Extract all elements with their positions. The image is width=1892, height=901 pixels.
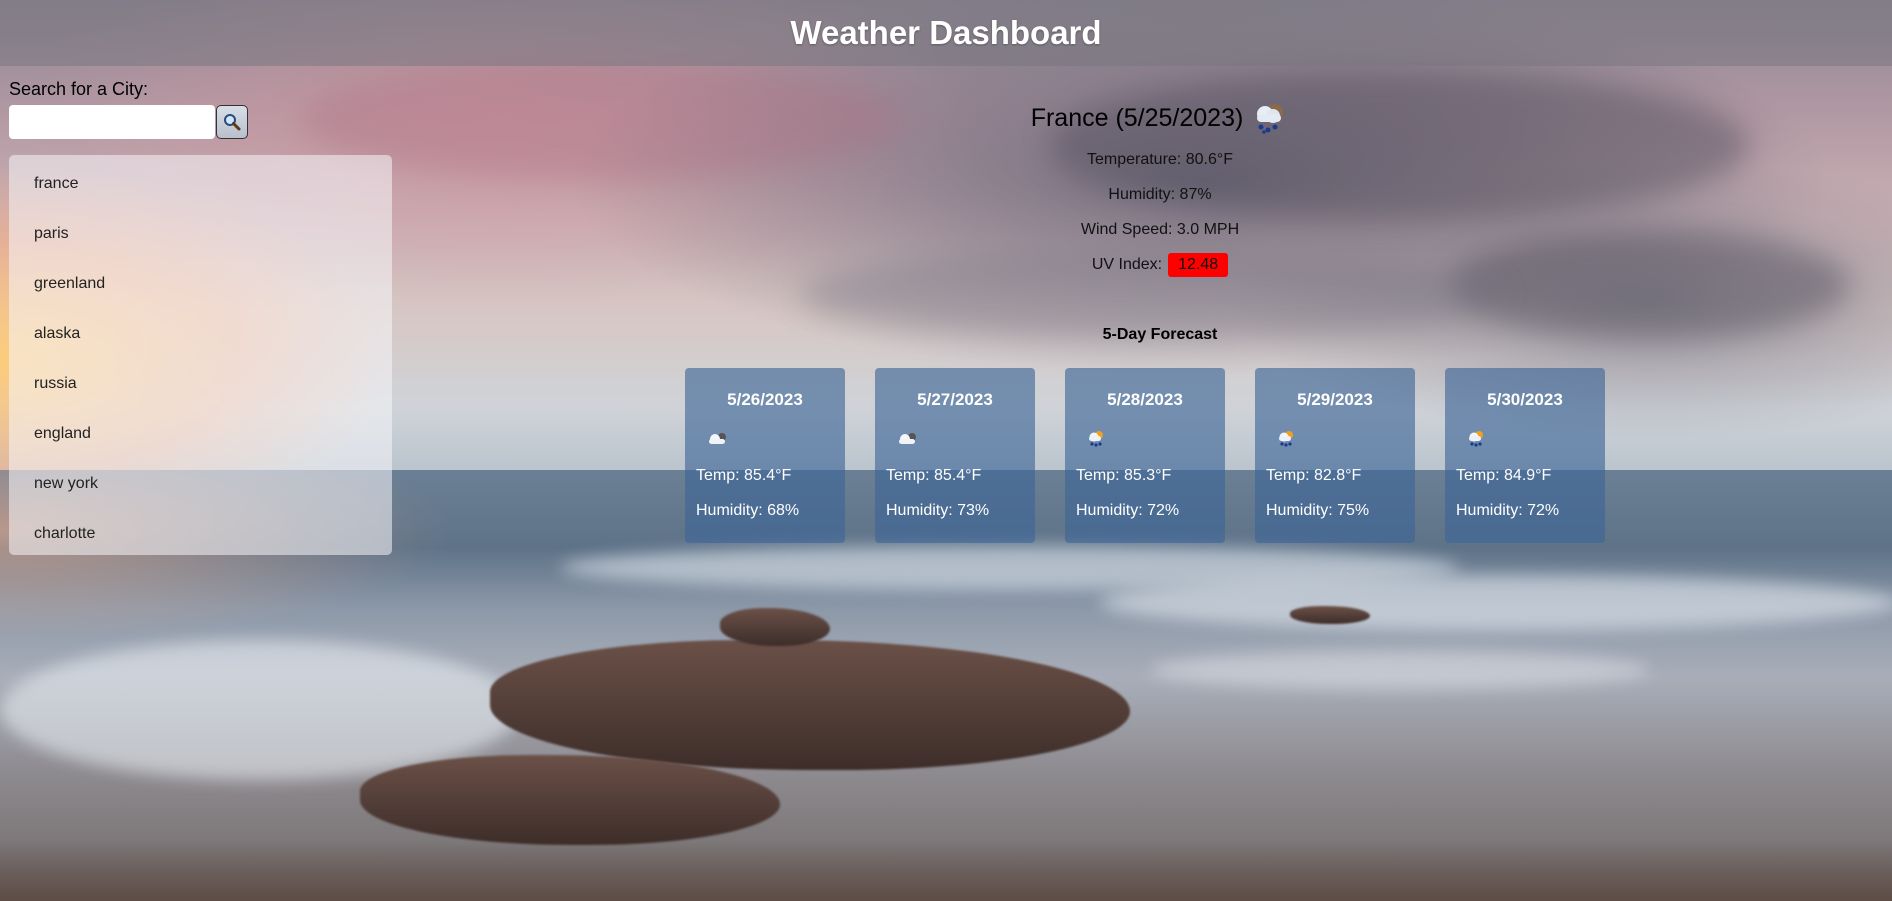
current-city-heading: France (5/25/2023) xyxy=(700,98,1620,138)
forecast-card: 5/26/2023 Temp: 85.4°F Humidity: 68% xyxy=(685,368,845,543)
sun-rain-icon xyxy=(1089,431,1103,447)
search-row xyxy=(9,105,248,139)
page-title: Weather Dashboard xyxy=(790,14,1102,51)
history-item-alaska[interactable]: alaska xyxy=(9,309,392,359)
forecast-humidity: Humidity: 68% xyxy=(696,501,800,519)
forecast-temp: Temp: 85.3°F xyxy=(1076,466,1172,484)
history-item-russia[interactable]: russia xyxy=(9,359,392,409)
current-city-title: France (5/25/2023) xyxy=(1030,103,1244,132)
forecast-card: 5/30/2023 Temp: 84.9°F Humidity: 72% xyxy=(1445,368,1605,543)
forecast-card: 5/27/2023 Temp: 85.4°F Humidity: 73% xyxy=(875,368,1035,543)
rock xyxy=(1290,606,1370,624)
forecast-title: 5-Day Forecast xyxy=(1102,326,1218,343)
forecast-humidity: Humidity: 72% xyxy=(1456,501,1560,519)
rain-cloud-icon xyxy=(1257,104,1284,134)
forecast-date: 5/26/2023 xyxy=(727,390,803,409)
wave xyxy=(1100,575,1892,630)
history-item-charlotte[interactable]: charlotte xyxy=(9,509,392,559)
forecast-temp: Temp: 85.4°F xyxy=(886,466,982,484)
forecast-card: 5/29/2023 Temp: 82.8°F Humidity: 75% xyxy=(1255,368,1415,543)
history-item-england[interactable]: england xyxy=(9,409,392,459)
uv-label: UV Index: xyxy=(1091,255,1163,273)
search-button[interactable] xyxy=(216,105,248,139)
header-bar: Weather Dashboard xyxy=(0,0,1892,66)
forecast-humidity: Humidity: 75% xyxy=(1266,501,1370,519)
history-item-greenland[interactable]: greenland xyxy=(9,259,392,309)
forecast-temp: Temp: 84.9°F xyxy=(1456,466,1552,484)
wave xyxy=(1150,650,1650,690)
forecast-date: 5/30/2023 xyxy=(1487,390,1563,409)
sun-rain-icon xyxy=(1469,431,1483,447)
current-humidity: Humidity: 87% xyxy=(1108,185,1212,203)
forecast-date: 5/27/2023 xyxy=(917,390,993,409)
city-search-input[interactable] xyxy=(9,105,215,139)
forecast-cards: 5/26/2023 Temp: 85.4°F Humidity: 68% 5/2… xyxy=(685,368,1605,543)
history-item-new-york[interactable]: new york xyxy=(9,459,392,509)
partly-cloudy-icon xyxy=(709,433,726,444)
forecast-temp: Temp: 85.4°F xyxy=(696,466,792,484)
current-weather: France (5/25/2023) Temperature: 80.6°F H… xyxy=(700,98,1620,282)
sun-rain-icon xyxy=(1279,431,1293,447)
forecast-humidity: Humidity: 72% xyxy=(1076,501,1180,519)
sand xyxy=(0,841,1892,901)
search-label: Search for a City: xyxy=(9,79,149,99)
current-temperature: Temperature: 80.6°F xyxy=(1086,150,1234,168)
partly-cloudy-icon xyxy=(899,433,916,444)
history-item-france[interactable]: france xyxy=(9,159,392,209)
forecast-date: 5/28/2023 xyxy=(1107,390,1183,409)
search-history-list: france paris greenland alaska russia eng… xyxy=(9,155,392,555)
rock xyxy=(720,608,830,646)
forecast-temp: Temp: 82.8°F xyxy=(1266,466,1362,484)
history-item-paris[interactable]: paris xyxy=(9,209,392,259)
uv-index-badge: 12.48 xyxy=(1168,252,1229,277)
forecast-humidity: Humidity: 73% xyxy=(886,501,990,519)
current-wind-speed: Wind Speed: 3.0 MPH xyxy=(1080,220,1240,238)
current-uv-row: UV Index: 12.48 xyxy=(700,247,1620,282)
forecast-date: 5/29/2023 xyxy=(1297,390,1373,409)
forecast-card: 5/28/2023 Temp: 85.3°F Humidity: 72% xyxy=(1065,368,1225,543)
magnifier-icon xyxy=(224,114,241,131)
